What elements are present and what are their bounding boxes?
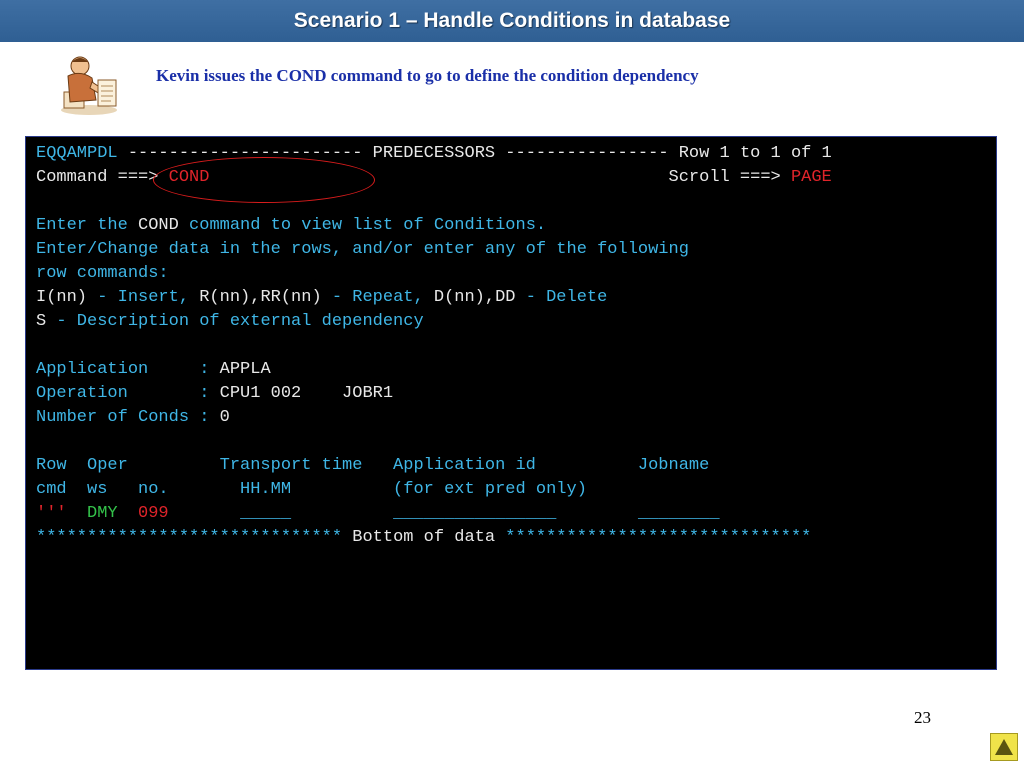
panel-id: EQQAMPDL (36, 144, 118, 163)
conds-count-value: 0 (219, 408, 230, 427)
operation-value: CPU1 002 JOBR1 (219, 384, 394, 403)
row-no-input[interactable]: 099 (138, 504, 169, 523)
transport-time-input[interactable]: _____ (240, 504, 291, 523)
businessman-clipart-icon (56, 52, 122, 116)
bottom-of-data-line: ****************************** Bottom of… (36, 528, 812, 547)
nav-up-button[interactable] (990, 733, 1018, 761)
conds-count-label: Number of Conds : (36, 408, 220, 427)
help-line-2: Enter/Change data in the rows, and/or en… (36, 240, 689, 259)
table-header-1: Row Oper Transport time Application id J… (36, 456, 710, 475)
slide-title: Scenario 1 – Handle Conditions in databa… (0, 0, 1024, 42)
row-ws-input[interactable]: DMY (87, 504, 118, 523)
conds-count-field: Number of Conds : 0 (36, 406, 996, 430)
page-number: 23 (914, 708, 931, 727)
command-input[interactable]: COND (169, 168, 210, 187)
help-line-3: row commands: (36, 264, 169, 283)
operation-field: Operation : CPU1 002 JOBR1 (36, 382, 996, 406)
application-label: Application : (36, 360, 220, 379)
scroll-input[interactable]: PAGE (791, 168, 832, 187)
help-line-1: Enter the COND command to view list of C… (36, 216, 547, 235)
row-commands-line-1: I(nn) - Insert, R(nn),RR(nn) - Repeat, D… (36, 288, 608, 307)
application-field: Application : APPLA (36, 358, 996, 382)
table-header-2: cmd ws no. HH.MM (for ext pred only) (36, 480, 587, 499)
jobname-input[interactable]: ________ (638, 504, 720, 523)
operation-label: Operation : (36, 384, 220, 403)
table-row: ''' DMY 099 _____ ________________ _____… (36, 502, 996, 526)
row-cmd-input[interactable]: ''' (36, 504, 67, 523)
slide-subtitle: Kevin issues the COND command to go to d… (156, 66, 699, 85)
scroll-label: Scroll ===> (668, 168, 791, 187)
triangle-up-icon (995, 739, 1013, 755)
application-id-input[interactable]: ________________ (393, 504, 556, 523)
command-line: Command ===> COND Scroll ===> PAGE (36, 166, 996, 190)
row-commands-line-2: S - Description of external dependency (36, 312, 424, 331)
command-label: Command ===> (36, 168, 169, 187)
panel-heading: PREDECESSORS (372, 144, 496, 163)
ispf-terminal-panel: EQQAMPDL ----------------------- PREDECE… (25, 136, 997, 670)
terminal-header-line: EQQAMPDL ----------------------- PREDECE… (36, 144, 832, 163)
application-value: APPLA (219, 360, 271, 379)
row-counter: Row 1 to 1 of 1 (678, 144, 832, 163)
